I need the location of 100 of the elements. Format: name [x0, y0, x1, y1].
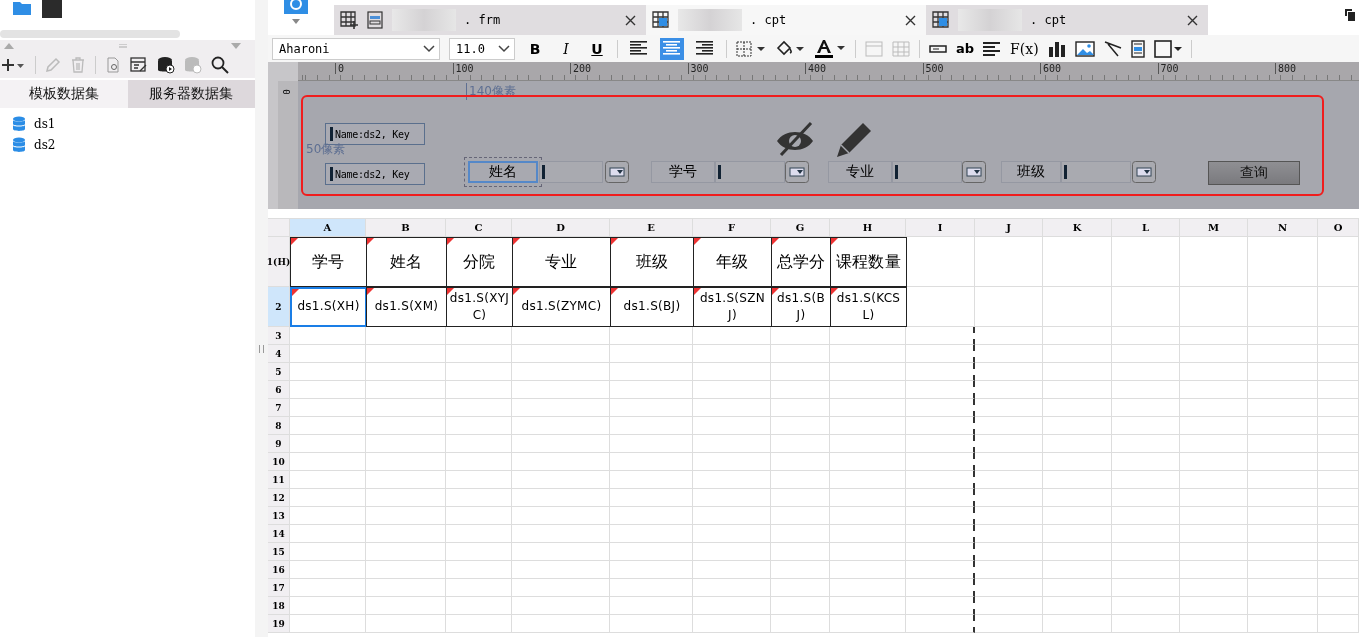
- combo-field[interactable]: [539, 161, 603, 183]
- table-cell[interactable]: 班级: [610, 237, 694, 287]
- column-header[interactable]: B: [366, 219, 446, 237]
- grip-icon[interactable]: [118, 44, 127, 48]
- table-cell[interactable]: 学号: [290, 237, 367, 287]
- font-select[interactable]: Aharoni: [272, 37, 440, 60]
- close-icon[interactable]: [1187, 14, 1198, 26]
- column-header[interactable]: G: [771, 219, 830, 237]
- magnifier-icon[interactable]: [284, 0, 308, 14]
- slash-icon[interactable]: [1103, 40, 1122, 57]
- row-header[interactable]: 8: [268, 417, 290, 435]
- table-cell[interactable]: 课程数量: [830, 237, 907, 287]
- column-header[interactable]: I: [906, 219, 975, 237]
- dataset-name[interactable]: ds1: [34, 117, 56, 131]
- form-icon[interactable]: [366, 11, 384, 29]
- font-color-icon[interactable]: [814, 38, 846, 59]
- row-header[interactable]: 16: [268, 561, 290, 579]
- dataset-tab[interactable]: 模板数据集: [0, 80, 128, 108]
- column-header[interactable]: O: [1318, 219, 1359, 237]
- row-header[interactable]: 19: [268, 615, 290, 633]
- add-dropdown-icon[interactable]: [2, 58, 26, 72]
- trash-icon[interactable]: [70, 57, 86, 73]
- table-cell[interactable]: ds1.S(KCSL): [830, 287, 907, 327]
- font-size-select[interactable]: 11.0: [449, 37, 515, 60]
- merge-cells-icon[interactable]: [865, 40, 883, 57]
- row-header[interactable]: 11: [268, 471, 290, 489]
- table-cell[interactable]: ds1.S(XM): [366, 287, 447, 327]
- row-header[interactable]: 5: [268, 363, 290, 381]
- table-cell[interactable]: 分院: [446, 237, 513, 287]
- report-icon[interactable]: [932, 11, 950, 29]
- row-header[interactable]: 3: [268, 327, 290, 345]
- table-cell[interactable]: ds1.S(XYJC): [446, 287, 513, 327]
- row-header[interactable]: 13: [268, 507, 290, 525]
- select-all-corner[interactable]: [268, 219, 290, 237]
- column-header[interactable]: J: [975, 219, 1043, 237]
- report-icon[interactable]: [652, 11, 670, 29]
- table-cell[interactable]: 总学分: [771, 237, 831, 287]
- dataset-edit-icon[interactable]: [130, 57, 148, 73]
- formula-tool[interactable]: F(x): [1010, 40, 1039, 57]
- dataset-tab[interactable]: 服务器数据集: [127, 80, 255, 108]
- label-widget[interactable]: 专业: [828, 161, 892, 183]
- row-header[interactable]: 7: [268, 399, 290, 417]
- parameter-widget[interactable]: Name:ds2, Key: [325, 163, 425, 185]
- caret-icon[interactable]: [292, 19, 300, 24]
- collapse-down-icon[interactable]: [231, 43, 241, 49]
- close-icon[interactable]: [625, 14, 636, 26]
- dataset-name[interactable]: ds2: [34, 138, 56, 152]
- table-cell[interactable]: ds1.S(BJ): [771, 287, 831, 327]
- column-header[interactable]: E: [610, 219, 693, 237]
- fill-bucket-icon[interactable]: [775, 39, 805, 58]
- column-header[interactable]: C: [446, 219, 512, 237]
- parameter-widget[interactable]: Name:ds2, Key: [325, 123, 425, 145]
- table-cell[interactable]: 专业: [512, 237, 611, 287]
- dropdown-icon[interactable]: [605, 161, 629, 183]
- dropdown-icon[interactable]: [1132, 161, 1156, 183]
- close-icon[interactable]: [905, 14, 916, 26]
- combo-field[interactable]: [892, 161, 962, 183]
- text-tool[interactable]: ab: [956, 41, 975, 56]
- splitter-grip[interactable]: [259, 344, 264, 353]
- search-icon[interactable]: [211, 56, 229, 74]
- row-header[interactable]: 4: [268, 345, 290, 363]
- dropdown-icon[interactable]: [785, 161, 809, 183]
- label-widget[interactable]: 班级: [1001, 161, 1061, 183]
- column-header[interactable]: K: [1043, 219, 1112, 237]
- column-header[interactable]: A: [290, 219, 366, 237]
- grid-plus-icon[interactable]: [340, 11, 358, 29]
- pencil-icon[interactable]: [45, 57, 61, 73]
- column-header[interactable]: F: [693, 219, 771, 237]
- bar-chart-icon[interactable]: [1047, 40, 1066, 57]
- row-header[interactable]: 15: [268, 543, 290, 561]
- scrollbar[interactable]: [0, 30, 180, 38]
- row-header[interactable]: 14: [268, 525, 290, 543]
- table-cell[interactable]: ds1.S(BJ): [610, 287, 694, 327]
- dropdown-icon[interactable]: [962, 161, 986, 183]
- database-run-icon[interactable]: [157, 56, 175, 74]
- label-widget[interactable]: 学号: [651, 161, 715, 183]
- row-header[interactable]: 17: [268, 579, 290, 597]
- split-cells-icon[interactable]: [892, 40, 910, 57]
- restore-icon[interactable]: [1345, 9, 1355, 21]
- image-icon[interactable]: [1074, 40, 1095, 57]
- row-header[interactable]: 9: [268, 435, 290, 453]
- column-header[interactable]: N: [1248, 219, 1318, 237]
- database-delete-icon[interactable]: [184, 56, 202, 74]
- column-header[interactable]: H: [830, 219, 906, 237]
- column-header[interactable]: M: [1180, 219, 1248, 237]
- text-style-button[interactable]: B: [524, 40, 546, 57]
- row-header[interactable]: 6: [268, 381, 290, 399]
- row-header[interactable]: 18: [268, 597, 290, 615]
- combo-field[interactable]: [1061, 161, 1131, 183]
- combo-field[interactable]: [715, 161, 785, 183]
- table-cell[interactable]: 姓名: [366, 237, 447, 287]
- collapse-up-icon[interactable]: [4, 43, 14, 49]
- text-style-button[interactable]: U: [586, 40, 608, 57]
- column-header[interactable]: L: [1112, 219, 1180, 237]
- row-header[interactable]: 10: [268, 453, 290, 471]
- border-icon[interactable]: [736, 40, 766, 57]
- file-tab[interactable]: . cpt: [646, 5, 926, 35]
- preview-icon[interactable]: [105, 57, 121, 73]
- table-cell[interactable]: ds1.S(ZYMC): [512, 287, 611, 327]
- paragraph-icon[interactable]: [983, 41, 1002, 56]
